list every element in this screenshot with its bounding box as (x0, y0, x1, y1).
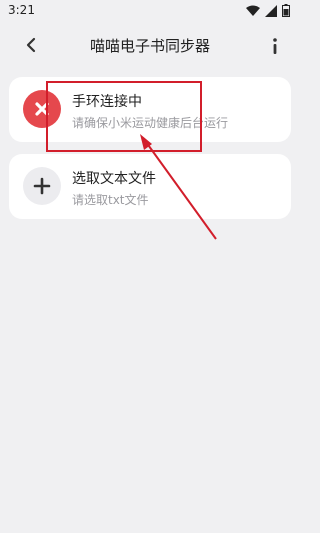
annotation-arrow (140, 134, 217, 240)
